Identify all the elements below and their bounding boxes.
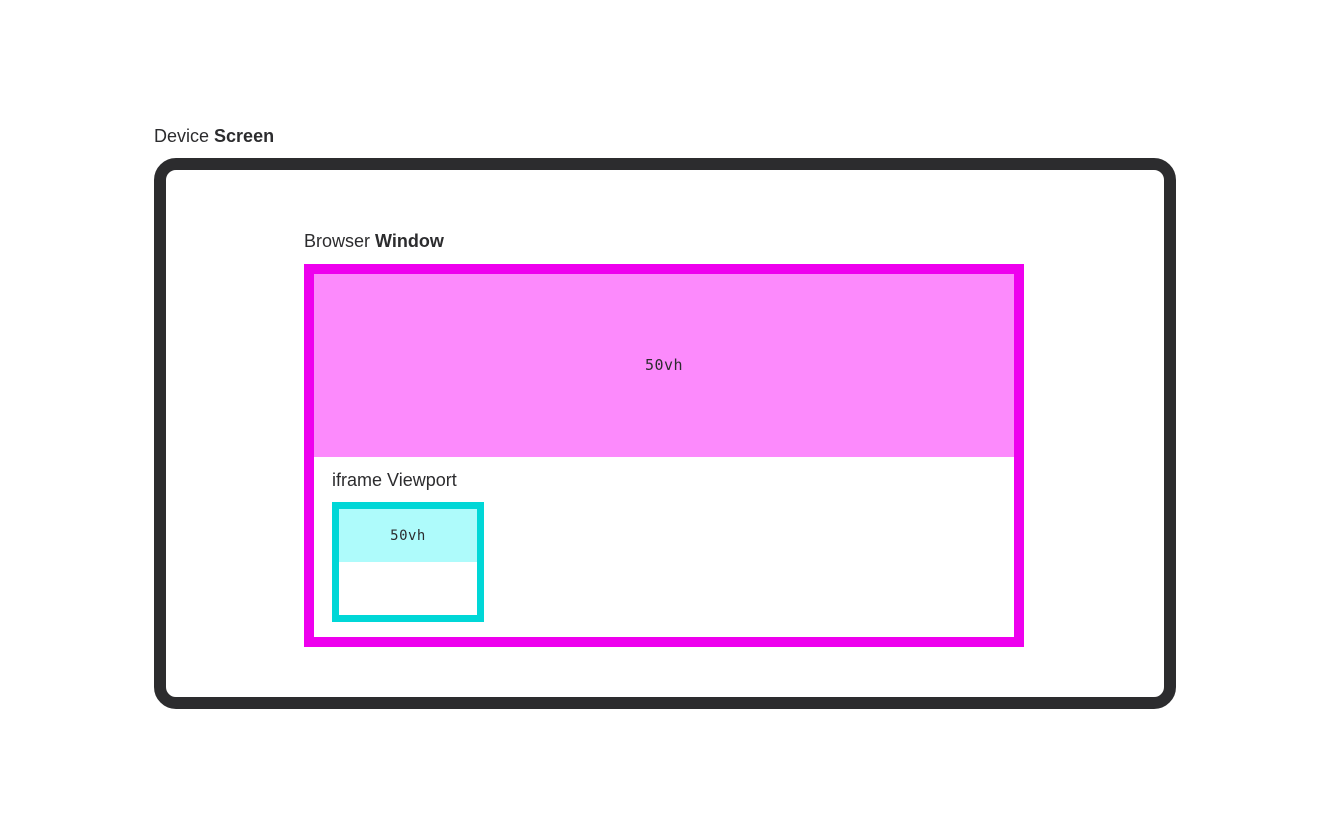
browser-vh-text: 50vh: [645, 356, 683, 374]
device-label-prefix: Device: [154, 126, 214, 146]
iframe-label-bold: Viewport: [387, 470, 457, 490]
iframe-viewport-label: iframe Viewport: [332, 469, 487, 492]
browser-label-prefix: Browser: [304, 231, 375, 251]
device-screen-label: Device Screen: [154, 125, 1176, 148]
iframe-section: iframe Viewport 50vh: [332, 469, 487, 622]
device-screen-box: Browser Window 50vh iframe Viewport: [154, 158, 1176, 709]
iframe-label-prefix: iframe: [332, 470, 387, 490]
iframe-viewport-box: 50vh: [332, 502, 484, 622]
device-label-bold: Screen: [214, 126, 274, 146]
browser-label-bold: Window: [375, 231, 444, 251]
iframe-vh-text: 50vh: [390, 528, 426, 544]
browser-window-label: Browser Window: [304, 230, 1024, 253]
iframe-50vh-region: 50vh: [339, 509, 477, 562]
browser-window-box: 50vh iframe Viewport 50vh: [304, 264, 1024, 647]
diagram-container: Device Screen Browser Window 50vh iframe…: [154, 125, 1176, 709]
browser-50vh-region: 50vh: [314, 274, 1014, 457]
browser-section: Browser Window 50vh iframe Viewport: [304, 230, 1024, 646]
